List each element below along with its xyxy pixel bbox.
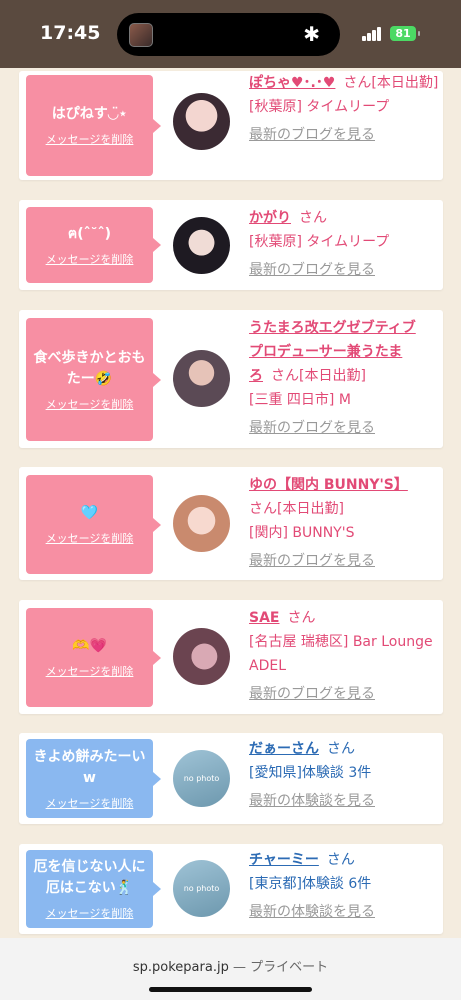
- dynamic-island: ✱: [117, 13, 340, 56]
- message-bubble: 🫶💗 メッセージを削除: [26, 608, 161, 707]
- profile-name-link[interactable]: だぁーさん: [249, 741, 319, 757]
- honorific: さん: [327, 741, 355, 757]
- url-separator: —: [228, 960, 251, 975]
- profile-info: SAE さん [名古屋 瑞穂区] Bar Lounge ADEL 最新のブログを見…: [249, 606, 439, 706]
- profile-info: ぽちゃ♥･.･♥ さん[本日出勤] [秋葉原] タイムリープ 最新のブログを見る: [249, 71, 439, 147]
- message-bubble: 食べ歩きかとおもたー🤣 メッセージを削除: [26, 318, 161, 441]
- attendance-tag: [本日出勤]: [371, 75, 439, 91]
- bluetooth-icon: ✱: [303, 22, 320, 46]
- message-bubble: 🩵 メッセージを削除: [26, 475, 161, 574]
- message-card: 厄を信じない人に厄はこない🕺 メッセージを削除 no photo チャーミー さん…: [19, 844, 443, 934]
- home-indicator[interactable]: [149, 987, 312, 992]
- message-card: 🩵 メッセージを削除 ゆの【関内 BUNNY'S】 さん[本日出勤] [関内] …: [19, 467, 443, 580]
- profile-info: ゆの【関内 BUNNY'S】 さん[本日出勤] [関内] BUNNY'S 最新の…: [249, 473, 439, 573]
- honorific: さん: [249, 501, 277, 517]
- url-domain: sp.pokepara.jp: [132, 960, 229, 975]
- delete-message-link[interactable]: メッセージを削除: [46, 251, 134, 267]
- profile-name-link[interactable]: かがり: [249, 210, 291, 226]
- latest-blog-link[interactable]: 最新のブログを見る: [249, 123, 439, 147]
- message-text: 厄を信じない人に厄はこない🕺: [33, 859, 146, 896]
- message-card: ฅ(ˆ˘ˆ) メッセージを削除 かがり さん [秋葉原] タイムリープ 最新のブロ…: [19, 200, 443, 290]
- delete-message-link[interactable]: メッセージを削除: [46, 795, 134, 811]
- message-text: はぴねす◡̈⋆: [51, 106, 128, 122]
- attendance-tag: [本日出勤]: [299, 368, 366, 384]
- cellular-signal-icon: [362, 27, 384, 41]
- now-playing-thumbnail: [129, 23, 153, 47]
- latest-review-link[interactable]: 最新の体験談を見る: [249, 789, 439, 813]
- status-time: 17:45: [40, 22, 101, 44]
- avatar[interactable]: [173, 628, 230, 685]
- message-card: はぴねす◡̈⋆ メッセージを削除 ぽちゃ♥･.･♥ さん[本日出勤] [秋葉原] …: [19, 71, 443, 180]
- avatar[interactable]: [173, 350, 230, 407]
- profile-info: うたまろ改エグゼブティブ プロデューサー兼うたま ろさん[本日出勤] [三重 四…: [249, 316, 439, 440]
- message-text: ฅ(ˆ˘ˆ): [67, 225, 112, 242]
- message-card: 🫶💗 メッセージを削除 SAE さん [名古屋 瑞穂区] Bar Lounge A…: [19, 600, 443, 714]
- review-count: [東京都]体験談 6件: [249, 876, 372, 892]
- delete-message-link[interactable]: メッセージを削除: [46, 530, 134, 546]
- profile-name-link[interactable]: うたまろ改エグゼブティブ: [249, 316, 439, 340]
- latest-blog-link[interactable]: 最新のブログを見る: [249, 258, 439, 282]
- profile-name-link-cont[interactable]: ろ: [249, 368, 263, 384]
- message-card: 食べ歩きかとおもたー🤣 メッセージを削除 うたまろ改エグゼブティブ プロデューサ…: [19, 310, 443, 448]
- profile-name-link[interactable]: ぽちゃ♥･.･♥: [249, 75, 335, 91]
- private-mode-label: プライベート: [250, 960, 329, 975]
- shop-name: [三重 四日市] M: [249, 392, 351, 408]
- shop-name: [名古屋 瑞穂区] Bar Lounge ADEL: [249, 634, 433, 674]
- delete-message-link[interactable]: メッセージを削除: [46, 905, 134, 921]
- delete-message-link[interactable]: メッセージを削除: [46, 131, 134, 147]
- message-text: 🫶💗: [72, 638, 107, 654]
- url-text: sp.pokepara.jp — プライベート: [133, 956, 328, 975]
- review-count: [愛知県]体験談 3件: [249, 765, 372, 781]
- message-text: 🩵: [80, 505, 99, 521]
- message-card: きよめ餅みたーいw メッセージを削除 no photo だぁーさん さん [愛知県…: [19, 733, 443, 824]
- shop-name: [秋葉原] タイムリープ: [249, 99, 390, 115]
- honorific: さん: [326, 852, 355, 868]
- message-text: きよめ餅みたーいw: [33, 748, 146, 786]
- avatar[interactable]: [173, 217, 230, 274]
- battery-tip: [418, 31, 420, 36]
- delete-message-link[interactable]: メッセージを削除: [46, 663, 134, 679]
- message-bubble: ฅ(ˆ˘ˆ) メッセージを削除: [26, 207, 161, 283]
- shop-name: [関内] BUNNY'S: [249, 525, 355, 541]
- honorific: さん: [287, 610, 316, 626]
- honorific: さん: [271, 368, 299, 384]
- profile-name-link[interactable]: チャーミー: [249, 852, 319, 868]
- avatar[interactable]: [173, 495, 230, 552]
- profile-info: かがり さん [秋葉原] タイムリープ 最新のブログを見る: [249, 206, 439, 282]
- honorific: さん: [343, 75, 372, 91]
- avatar[interactable]: no photo: [173, 750, 230, 807]
- latest-blog-link[interactable]: 最新のブログを見る: [249, 549, 439, 573]
- message-bubble: 厄を信じない人に厄はこない🕺 メッセージを削除: [26, 850, 161, 928]
- latest-review-link[interactable]: 最新の体験談を見る: [249, 900, 439, 924]
- honorific: さん: [299, 210, 327, 226]
- profile-name-link[interactable]: ゆの【関内 BUNNY'S】: [249, 473, 439, 497]
- battery-icon: 81: [390, 26, 416, 41]
- latest-blog-link[interactable]: 最新のブログを見る: [249, 682, 439, 706]
- status-bar: 17:45 ✱ 81: [0, 0, 461, 68]
- message-bubble: はぴねす◡̈⋆ メッセージを削除: [26, 75, 161, 176]
- message-text: 食べ歩きかとおもたー🤣: [33, 349, 146, 387]
- profile-name-link-cont[interactable]: プロデューサー兼うたま: [249, 340, 439, 364]
- message-bubble: きよめ餅みたーいw メッセージを削除: [26, 739, 161, 818]
- shop-name: [秋葉原] タイムリープ: [249, 234, 390, 250]
- profile-name-link[interactable]: SAE: [249, 610, 279, 626]
- delete-message-link[interactable]: メッセージを削除: [46, 396, 134, 412]
- avatar[interactable]: no photo: [173, 860, 230, 917]
- attendance-tag: [本日出勤]: [277, 501, 344, 517]
- profile-info: チャーミー さん [東京都]体験談 6件 最新の体験談を見る: [249, 848, 439, 924]
- avatar[interactable]: [173, 93, 230, 150]
- latest-blog-link[interactable]: 最新のブログを見る: [249, 416, 439, 440]
- profile-info: だぁーさん さん [愛知県]体験談 3件 最新の体験談を見る: [249, 737, 439, 813]
